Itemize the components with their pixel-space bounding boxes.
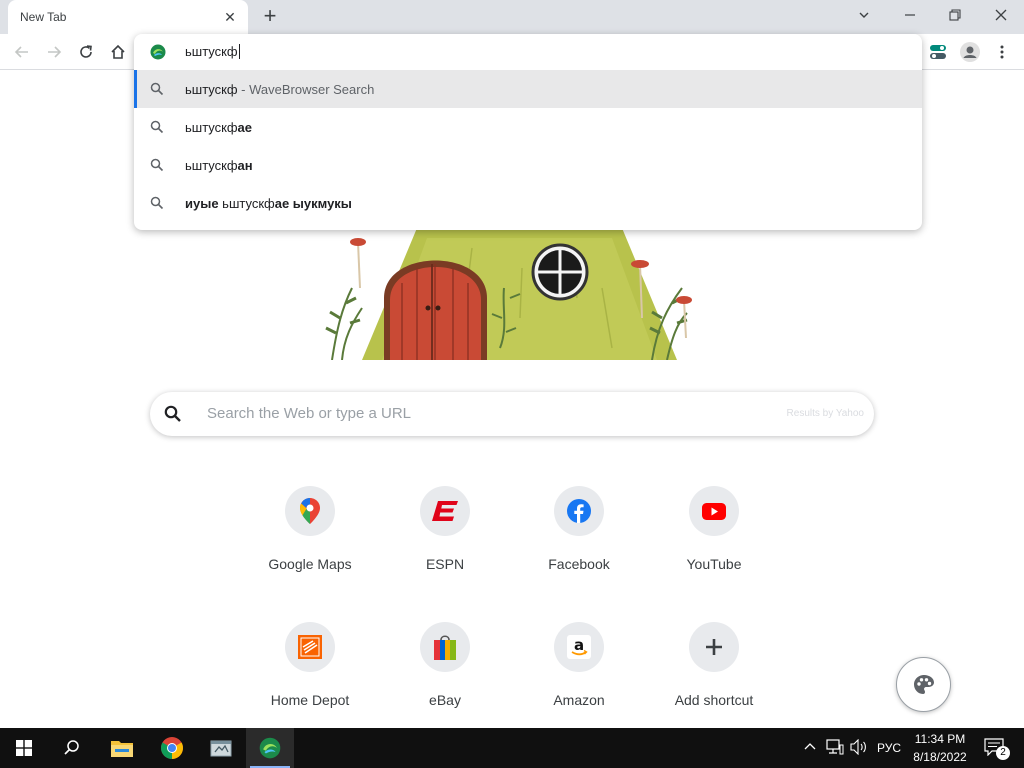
show-hidden-icons-chevron-icon[interactable] bbox=[804, 740, 816, 758]
wavebrowser-logo-icon bbox=[259, 737, 281, 759]
search-placeholder: Search the Web or type a URL bbox=[207, 405, 411, 422]
suggestion-text: ьштускф - WaveBrowser Search bbox=[185, 82, 375, 97]
forward-arrow-icon bbox=[48, 46, 62, 58]
windows-logo-icon bbox=[16, 740, 32, 756]
notification-count-badge: 2 bbox=[996, 746, 1010, 760]
address-input[interactable]: ьштускф bbox=[185, 44, 240, 59]
suggestion-item[interactable]: ьштускфан bbox=[134, 146, 922, 184]
reload-button[interactable] bbox=[74, 40, 98, 64]
search-icon bbox=[150, 196, 164, 210]
start-button[interactable] bbox=[0, 728, 48, 768]
forward-button[interactable] bbox=[42, 40, 66, 64]
suggestion-text: ьштускфан bbox=[185, 158, 253, 173]
clock-time[interactable]: 11:34 PM bbox=[914, 732, 966, 746]
back-button[interactable] bbox=[10, 40, 34, 64]
shortcut-facebook[interactable]: Facebook bbox=[523, 486, 635, 586]
youtube-icon bbox=[689, 486, 739, 536]
suggestion-item[interactable]: ьштускфае bbox=[134, 108, 922, 146]
profile-button[interactable] bbox=[958, 40, 982, 64]
shortcut-youtube[interactable]: YouTube bbox=[658, 486, 770, 586]
shortcut-ebay[interactable]: eBay bbox=[389, 622, 501, 722]
palette-icon bbox=[913, 674, 934, 694]
home-button[interactable] bbox=[106, 40, 130, 64]
home-icon bbox=[111, 44, 125, 59]
input-language-indicator[interactable]: РУС bbox=[877, 741, 901, 755]
close-tab-icon[interactable]: ✕ bbox=[220, 7, 240, 27]
tab-new-tab[interactable]: New Tab ✕ bbox=[8, 0, 248, 34]
home-depot-icon bbox=[285, 622, 335, 672]
extensions-button[interactable] bbox=[926, 40, 950, 64]
search-icon bbox=[64, 740, 79, 755]
shortcut-label: YouTube bbox=[686, 556, 742, 572]
taskbar-file-explorer[interactable] bbox=[98, 728, 146, 768]
suggestion-item[interactable]: иуые ьштускфае ыукмукы bbox=[134, 184, 922, 222]
suggestion-item[interactable]: ьштускф - WaveBrowser Search bbox=[134, 70, 922, 108]
taskbar-chrome[interactable] bbox=[148, 728, 196, 768]
new-tab-button[interactable]: + bbox=[258, 5, 282, 29]
tab-search-chevron-icon[interactable] bbox=[850, 3, 878, 27]
minimize-button[interactable] bbox=[896, 3, 924, 27]
app-window-icon bbox=[210, 740, 232, 757]
more-vert-icon bbox=[1000, 45, 1004, 59]
shortcut-label: eBay bbox=[429, 692, 461, 708]
volume-icon[interactable] bbox=[850, 738, 868, 760]
notifications-button[interactable]: 2 bbox=[984, 738, 1010, 760]
restore-button[interactable] bbox=[941, 3, 969, 27]
close-window-button[interactable] bbox=[987, 3, 1015, 27]
profile-icon bbox=[960, 42, 980, 62]
shortcut-label: Add shortcut bbox=[674, 692, 754, 708]
clock-date[interactable]: 8/18/2022 bbox=[910, 750, 970, 764]
search-icon bbox=[150, 120, 164, 134]
shortcut-add[interactable]: Add shortcut bbox=[658, 622, 770, 722]
shortcut-amazon[interactable]: a Amazon bbox=[523, 622, 635, 722]
shortcut-label: Facebook bbox=[548, 556, 610, 572]
extension-toggle-icon bbox=[930, 45, 946, 59]
reload-icon bbox=[80, 45, 92, 58]
shortcut-home-depot[interactable]: Home Depot bbox=[254, 622, 366, 722]
shortcut-espn[interactable]: ESPN bbox=[389, 486, 501, 586]
wavebrowser-logo-icon bbox=[150, 44, 166, 60]
svg-text:a: a bbox=[574, 636, 584, 654]
browser-window: New Tab ✕ + ьштускф ьштускф - WaveBrowse… bbox=[0, 0, 1024, 768]
taskbar-search-button[interactable] bbox=[48, 728, 96, 768]
plus-icon bbox=[689, 622, 739, 672]
shortcut-label: Amazon bbox=[553, 692, 605, 708]
shortcut-label: Google Maps bbox=[268, 556, 352, 572]
shortcut-label: Home Depot bbox=[270, 692, 350, 708]
fairy-house-illustration bbox=[322, 228, 692, 360]
tab-title: New Tab bbox=[20, 10, 67, 24]
facebook-icon bbox=[554, 486, 604, 536]
network-icon[interactable] bbox=[826, 739, 844, 760]
search-provider-label: Results by Yahoo bbox=[786, 408, 864, 419]
amazon-icon: a bbox=[554, 622, 604, 672]
customize-button[interactable] bbox=[896, 657, 951, 712]
omnibox-popup: ьштускф ьштускф - WaveBrowser Search ьшт… bbox=[134, 34, 922, 230]
suggestion-text: иуые ьштускфае ыукмукы bbox=[185, 196, 352, 211]
menu-button[interactable] bbox=[990, 40, 1014, 64]
back-arrow-icon bbox=[14, 46, 28, 58]
taskbar-wavebrowser[interactable] bbox=[246, 728, 294, 768]
google-maps-icon bbox=[285, 486, 335, 536]
shortcut-google-maps[interactable]: Google Maps bbox=[254, 486, 366, 586]
web-search-box[interactable]: Search the Web or type a URL Results by … bbox=[150, 392, 874, 436]
windows-taskbar: РУС 11:34 PM 8/18/2022 2 bbox=[0, 728, 1024, 768]
chrome-icon bbox=[161, 737, 183, 759]
suggestion-text: ьштускфае bbox=[185, 120, 253, 135]
espn-icon bbox=[420, 486, 470, 536]
address-bar[interactable]: ьштускф bbox=[134, 34, 922, 70]
taskbar-app[interactable] bbox=[197, 728, 245, 768]
search-icon bbox=[150, 158, 164, 172]
shortcut-label: ESPN bbox=[425, 556, 465, 572]
search-icon bbox=[164, 405, 181, 422]
search-icon bbox=[150, 82, 164, 96]
tab-strip: New Tab ✕ + bbox=[0, 0, 1024, 34]
folder-icon bbox=[111, 741, 133, 757]
ebay-icon bbox=[420, 622, 470, 672]
